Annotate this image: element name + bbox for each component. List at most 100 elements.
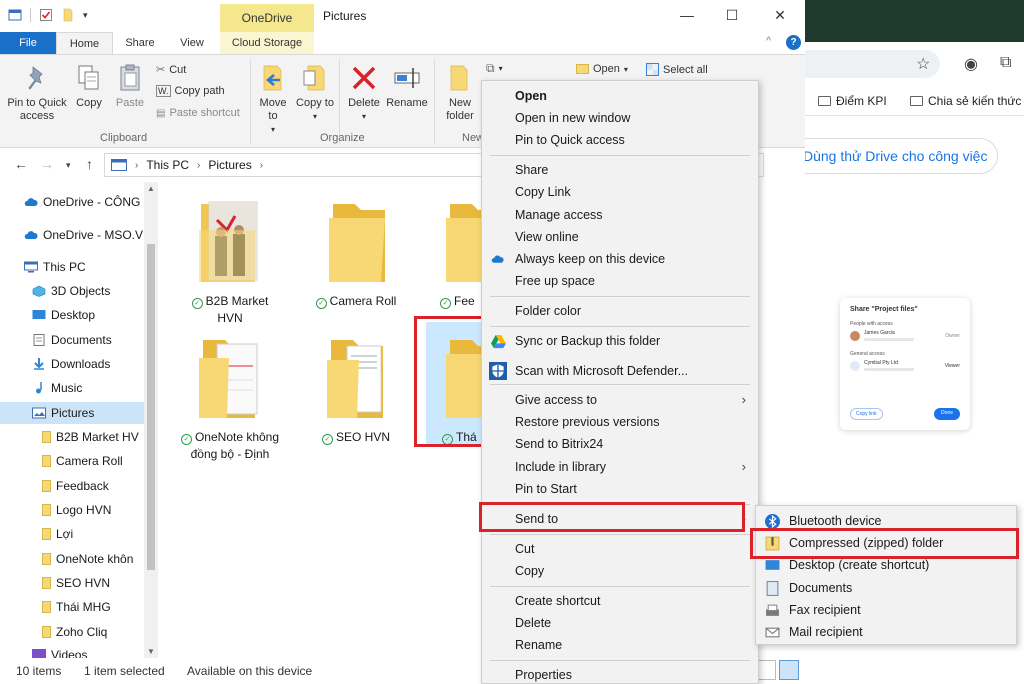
menu-item-properties[interactable]: Properties xyxy=(482,664,758,684)
forward-button[interactable]: → xyxy=(40,156,54,172)
nav-folder-b2b[interactable]: B2B Market HV xyxy=(0,426,145,448)
menu-item-open-new-window[interactable]: Open in new window xyxy=(482,107,758,129)
tab-home[interactable]: Home xyxy=(56,32,113,55)
menu-item-view-online[interactable]: View online xyxy=(482,226,758,248)
menu-item-delete[interactable]: Delete xyxy=(482,612,758,634)
maximize-button[interactable]: ☐ xyxy=(723,7,741,24)
nav-desktop[interactable]: Desktop xyxy=(0,304,145,326)
folder-tile-seo[interactable]: ✓ SEO HVN xyxy=(306,336,406,446)
select-all-button[interactable]: Select all xyxy=(646,63,708,76)
nav-onedrive-mso[interactable]: OneDrive - MSO.V xyxy=(0,224,145,246)
copy-to-button[interactable]: Copy to ▾ xyxy=(296,63,334,123)
scroll-down-arrow[interactable]: ▼ xyxy=(144,647,158,656)
menu-item-restore-versions[interactable]: Restore previous versions xyxy=(482,411,758,433)
tab-share[interactable]: Share xyxy=(113,32,167,54)
menu-item-manage-access[interactable]: Manage access xyxy=(482,204,758,226)
new-folder-button[interactable]: New folder xyxy=(440,63,480,123)
menu-item-open[interactable]: Open xyxy=(482,85,758,107)
nav-folder-seo[interactable]: SEO HVN xyxy=(0,572,145,594)
cut-button[interactable]: ✂ Cut xyxy=(156,63,186,77)
menu-item-free-up-space[interactable]: Free up space xyxy=(482,270,758,292)
folder-tile-camera-roll[interactable]: ✓ Camera Roll xyxy=(306,200,406,310)
breadcrumb-pictures[interactable]: Pictures xyxy=(208,158,251,172)
rename-button[interactable]: Rename xyxy=(386,63,428,110)
new-folder-icon[interactable] xyxy=(61,8,75,22)
customize-qat-icon[interactable]: ▾ xyxy=(83,10,88,21)
nav-folder-camera-roll[interactable]: Camera Roll xyxy=(0,450,145,472)
menu-item-rename[interactable]: Rename xyxy=(482,634,758,656)
move-to-button[interactable]: Move to ▾ xyxy=(254,63,292,136)
breadcrumb-this-pc[interactable]: This PC xyxy=(146,158,189,172)
menu-item-include-library[interactable]: Include in library › xyxy=(482,456,758,478)
copy-path-button[interactable]: W. Copy path xyxy=(156,85,225,97)
back-button[interactable]: ← xyxy=(14,156,28,172)
folder-icon xyxy=(42,626,51,638)
nav-downloads[interactable]: Downloads xyxy=(0,353,145,375)
send-to-documents[interactable]: Documents xyxy=(756,577,1016,599)
avatar[interactable]: ◉ xyxy=(964,54,978,74)
send-to-mail[interactable]: Mail recipient xyxy=(756,621,1016,643)
tab-file[interactable]: File xyxy=(0,32,56,54)
nav-folder-zoho[interactable]: Zoho Cliq xyxy=(0,621,145,643)
menu-item-share[interactable]: Share xyxy=(482,159,758,181)
menu-item-always-keep[interactable]: Always keep on this device xyxy=(482,248,758,270)
up-button[interactable]: ↑ xyxy=(86,156,93,172)
menu-item-scan-defender[interactable]: Scan with Microsoft Defender... xyxy=(482,360,758,382)
nav-this-pc[interactable]: This PC xyxy=(0,256,145,278)
nav-documents[interactable]: Documents xyxy=(0,329,145,351)
nav-folder-loi[interactable]: Lợi xyxy=(0,523,145,545)
folder-tile-feedback[interactable]: ✓ Fee xyxy=(428,200,488,310)
drive-trial-button[interactable]: Dùng thử Drive cho công việc xyxy=(788,138,999,174)
details-view-button[interactable] xyxy=(756,660,776,680)
bookmark-kpi[interactable]: Điểm KPI xyxy=(818,94,887,108)
new-item-button[interactable]: ⧉ ▾ xyxy=(486,61,503,76)
send-to-highlight-box xyxy=(479,502,745,532)
bookmark-knowledge[interactable]: Chia sẻ kiến thức xyxy=(910,94,1021,108)
menu-item-copy-link[interactable]: Copy Link xyxy=(482,181,758,203)
chevron-right-icon: › xyxy=(741,392,746,407)
collapse-ribbon-button[interactable]: ^ xyxy=(766,35,771,47)
properties-icon[interactable] xyxy=(39,8,53,22)
nav-folder-logo[interactable]: Logo HVN xyxy=(0,499,145,521)
menu-item-cut[interactable]: Cut xyxy=(482,538,758,560)
open-button[interactable]: Open ▾ xyxy=(576,63,628,75)
menu-item-copy[interactable]: Copy xyxy=(482,560,758,582)
menu-item-pin-start[interactable]: Pin to Start xyxy=(482,478,758,500)
recent-locations-icon[interactable]: ▾ xyxy=(66,160,71,171)
nav-folder-onenote[interactable]: OneNote khôn xyxy=(0,548,145,570)
nav-pictures[interactable]: Pictures xyxy=(0,402,145,424)
nav-scrollbar[interactable]: ▲ ▼ xyxy=(144,182,158,658)
menu-item-give-access[interactable]: Give access to › xyxy=(482,389,758,411)
scrollbar-thumb[interactable] xyxy=(147,244,155,570)
menu-item-folder-color[interactable]: Folder color xyxy=(482,300,758,322)
extension-icon[interactable]: ⧉ xyxy=(1000,54,1011,72)
nav-videos[interactable]: Videos xyxy=(0,644,145,658)
nav-folder-thai[interactable]: Thái MHG xyxy=(0,596,145,618)
delete-button[interactable]: Delete ▾ xyxy=(344,63,384,123)
file-name: OneNote không đồng bộ - Định xyxy=(190,430,280,461)
menu-item-sync-backup[interactable]: Sync or Backup this folder xyxy=(482,330,758,352)
copy-button[interactable]: Copy xyxy=(72,63,106,110)
tab-cloud-storage[interactable]: Cloud Storage xyxy=(220,32,314,54)
close-button[interactable]: ✕ xyxy=(771,7,789,24)
nav-3d-objects[interactable]: 3D Objects xyxy=(0,280,145,302)
folder-tile-b2b[interactable]: ✓ B2B Market HVN xyxy=(180,200,280,327)
paste-button[interactable]: Paste xyxy=(112,63,148,110)
chevron-right-icon: › xyxy=(259,159,264,171)
paste-shortcut-button[interactable]: ▤ Paste shortcut xyxy=(156,107,240,119)
menu-item-create-shortcut[interactable]: Create shortcut xyxy=(482,590,758,612)
scroll-up-arrow[interactable]: ▲ xyxy=(144,184,158,193)
nav-onedrive-cong[interactable]: OneDrive - CÔNG xyxy=(0,191,145,213)
star-icon[interactable]: ☆ xyxy=(916,54,930,74)
nav-folder-feedback[interactable]: Feedback xyxy=(0,475,145,497)
help-button[interactable]: ? xyxy=(786,35,801,50)
menu-item-send-bitrix[interactable]: Send to Bitrix24 xyxy=(482,433,758,455)
menu-item-pin-quick-access[interactable]: Pin to Quick access xyxy=(482,129,758,151)
folder-tile-onenote[interactable]: ✓ OneNote không đồng bộ - Định xyxy=(180,336,280,463)
send-to-fax[interactable]: Fax recipient xyxy=(756,599,1016,621)
large-icons-view-button[interactable] xyxy=(779,660,799,680)
nav-music[interactable]: Music xyxy=(0,377,145,399)
minimize-button[interactable]: — xyxy=(678,7,696,23)
pin-quick-access-button[interactable]: Pin to Quick access xyxy=(4,63,70,123)
tab-view[interactable]: View xyxy=(167,32,217,54)
